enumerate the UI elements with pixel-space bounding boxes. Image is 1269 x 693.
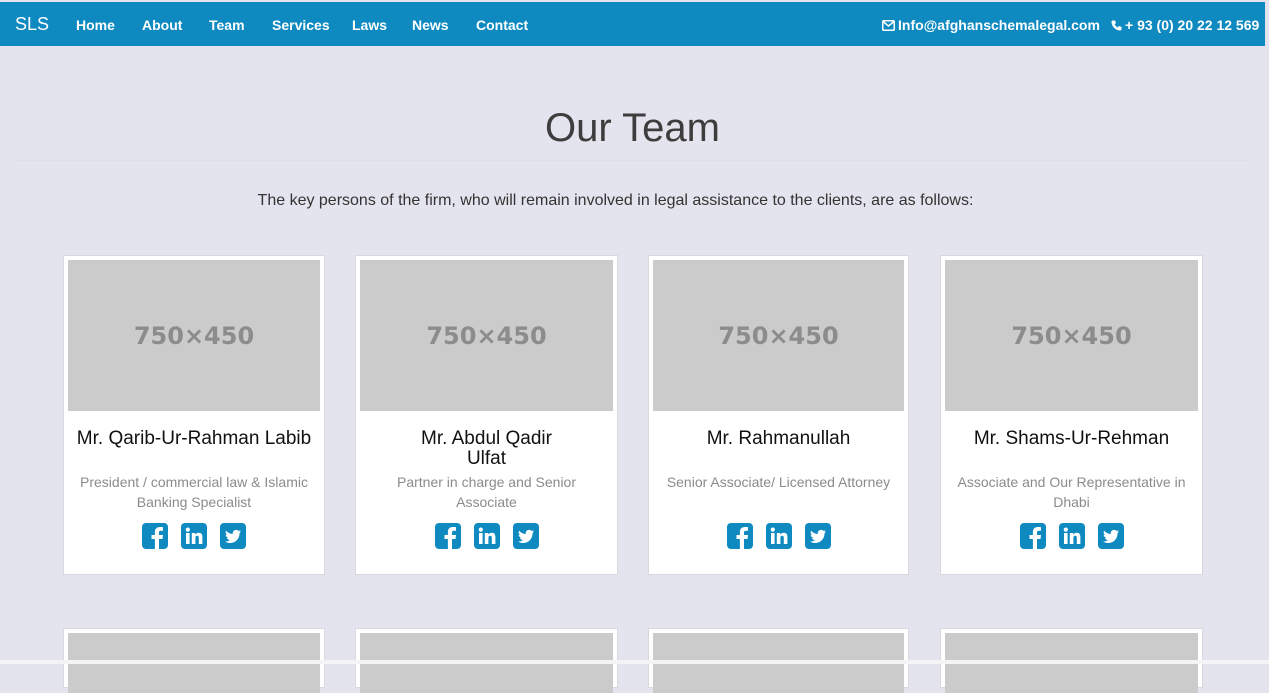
linkedin-icon[interactable] (1058, 523, 1085, 549)
intro-text: The key persons of the firm, who will re… (257, 192, 974, 209)
social-links (941, 523, 1202, 549)
linkedin-icon[interactable] (473, 523, 500, 549)
nav-news[interactable]: News (412, 17, 449, 33)
member-role: Associate and Our Representative in Dhab… (957, 474, 1186, 510)
team-card (355, 628, 618, 693)
nav-team[interactable]: Team (209, 17, 245, 33)
contact-email-link[interactable]: Info@afghanschemalegal.com (882, 17, 1100, 34)
member-name: Mr. Qarib-Ur-Rahman Labib (76, 428, 312, 449)
team-card: 750×450 Mr. Rahmanullah Senior Associate… (648, 255, 909, 575)
twitter-icon[interactable] (512, 523, 539, 549)
photo-placeholder: 750×450 (68, 260, 320, 411)
photo-placeholder: 750×450 (945, 260, 1198, 411)
page-title: Our Team (545, 106, 720, 150)
nav-home[interactable]: Home (76, 17, 115, 33)
team-card (648, 628, 909, 693)
nav-contact[interactable]: Contact (476, 17, 528, 33)
team-card: 750×450 Mr. Qarib-Ur-Rahman Labib Presid… (63, 255, 325, 575)
team-card: 750×450 Mr. Shams-Ur-Rehman Associate an… (940, 255, 1203, 575)
member-role: President / commercial law & Islamic Ban… (80, 474, 308, 510)
brand-logo[interactable]: SLS (15, 14, 49, 35)
photo-placeholder: 750×450 (360, 260, 613, 411)
social-links (356, 523, 617, 549)
contact-phone-text: + 93 (0) 20 22 12 569 (1125, 17, 1260, 33)
facebook-icon[interactable] (434, 523, 461, 549)
contact-phone-link[interactable]: + 93 (0) 20 22 12 569 (1111, 17, 1259, 34)
facebook-icon[interactable] (142, 523, 168, 549)
twitter-icon[interactable] (804, 523, 831, 549)
top-navbar: SLS Home About Team Services Laws News C… (0, 2, 1265, 46)
member-name: Mr. Rahmanullah (706, 428, 851, 449)
linkedin-icon[interactable] (181, 523, 207, 549)
page-bottom-edge (0, 660, 1269, 664)
member-role: Partner in charge and Senior Associate (397, 474, 576, 510)
social-links (649, 523, 908, 549)
social-links (64, 523, 324, 549)
photo-placeholder: 750×450 (653, 260, 904, 411)
team-card (940, 628, 1203, 693)
contact-email-text: Info@afghanschemalegal.com (898, 17, 1100, 33)
facebook-icon[interactable] (1019, 523, 1046, 549)
nav-services[interactable]: Services (272, 17, 330, 33)
nav-laws[interactable]: Laws (352, 17, 387, 33)
twitter-icon[interactable] (1097, 523, 1124, 549)
team-card: 750×450 Mr. Abdul Qadir Ulfat Partner in… (355, 255, 618, 575)
facebook-icon[interactable] (726, 523, 753, 549)
member-name: Mr. Abdul Qadir Ulfat (421, 428, 552, 469)
title-divider (16, 160, 1249, 161)
team-card (63, 628, 325, 693)
member-role: Senior Associate/ Licensed Attorney (666, 474, 891, 490)
member-name: Mr. Shams-Ur-Rehman (973, 428, 1170, 449)
nav-about[interactable]: About (142, 17, 182, 33)
twitter-icon[interactable] (220, 523, 246, 549)
linkedin-icon[interactable] (765, 523, 792, 549)
envelope-icon (882, 18, 895, 34)
phone-icon (1111, 18, 1122, 34)
